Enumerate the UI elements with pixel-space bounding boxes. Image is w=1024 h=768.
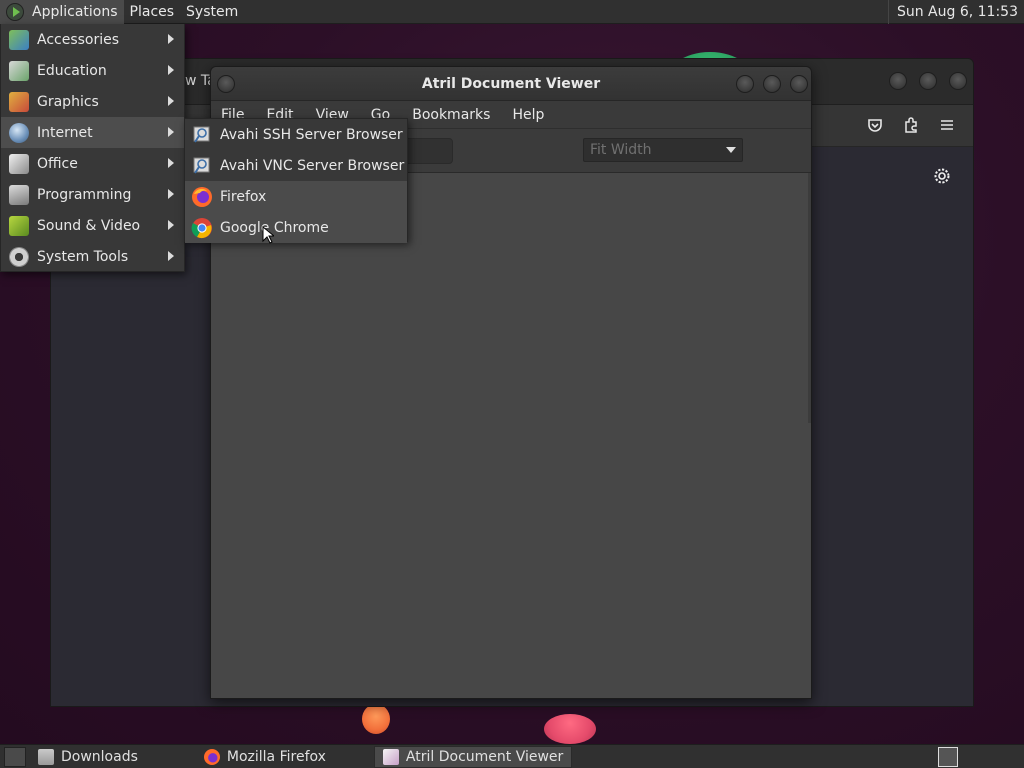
submenu-item-label: Avahi SSH Server Browser bbox=[220, 126, 403, 143]
menu-item-label: Internet bbox=[37, 124, 93, 141]
chevron-down-icon bbox=[726, 147, 736, 153]
hamburger-menu-icon[interactable] bbox=[937, 116, 957, 136]
document-view[interactable] bbox=[211, 173, 811, 698]
chrome-icon bbox=[191, 217, 213, 239]
submenu-item-label: Avahi VNC Server Browser bbox=[220, 157, 405, 174]
submenu-item-label: Firefox bbox=[220, 188, 267, 205]
submenu-item-label: Google Chrome bbox=[220, 219, 329, 236]
folder-icon bbox=[38, 748, 54, 765]
bottom-panel: Downloads Mozilla Firefox Atril Document… bbox=[0, 744, 1024, 768]
extensions-icon[interactable] bbox=[901, 116, 921, 136]
chevron-right-icon bbox=[168, 34, 174, 44]
education-icon bbox=[9, 61, 29, 81]
zoom-select[interactable]: Fit Width bbox=[583, 138, 743, 162]
gear-icon bbox=[9, 247, 29, 267]
close-button[interactable] bbox=[949, 72, 967, 90]
pocket-icon[interactable] bbox=[865, 116, 885, 136]
chevron-right-icon bbox=[168, 189, 174, 199]
workspace-switcher[interactable] bbox=[938, 747, 958, 767]
menu-item-accessories[interactable]: Accessories bbox=[1, 24, 184, 55]
places-label: Places bbox=[129, 3, 175, 20]
firefox-icon bbox=[203, 748, 220, 765]
graphics-icon bbox=[9, 92, 29, 112]
taskbar-item-downloads[interactable]: Downloads bbox=[30, 746, 146, 768]
chevron-right-icon bbox=[168, 220, 174, 230]
menu-item-sound-video[interactable]: Sound & Video bbox=[1, 210, 184, 241]
menu-item-label: System Tools bbox=[37, 248, 129, 265]
minimize-button[interactable] bbox=[889, 72, 907, 90]
internet-globe-icon bbox=[9, 123, 29, 143]
places-menu-button[interactable]: Places bbox=[124, 0, 181, 24]
taskbar-item-firefox[interactable]: Mozilla Firefox bbox=[196, 746, 334, 768]
menu-item-label: Education bbox=[37, 62, 107, 79]
firefox-icon bbox=[191, 186, 213, 208]
menu-item-system-tools[interactable]: System Tools bbox=[1, 241, 184, 272]
chevron-right-icon bbox=[168, 65, 174, 75]
chevron-right-icon bbox=[168, 158, 174, 168]
chevron-right-icon bbox=[168, 96, 174, 106]
chevron-right-icon bbox=[168, 251, 174, 261]
mate-logo-icon bbox=[6, 2, 24, 21]
taskbar-item-label: Mozilla Firefox bbox=[226, 748, 326, 765]
avahi-icon bbox=[191, 155, 213, 177]
maximize-button[interactable] bbox=[763, 75, 781, 93]
menu-item-label: Office bbox=[37, 155, 78, 172]
menu-item-office[interactable]: Office bbox=[1, 148, 184, 179]
applications-menu: Accessories Education Graphics Internet … bbox=[0, 24, 185, 272]
submenu-item-avahi-vnc[interactable]: Avahi VNC Server Browser bbox=[185, 150, 407, 181]
close-button[interactable] bbox=[790, 75, 808, 93]
menu-item-label: Programming bbox=[37, 186, 132, 203]
system-menu-button[interactable]: System bbox=[180, 0, 244, 24]
submenu-item-google-chrome[interactable]: Google Chrome bbox=[185, 212, 407, 243]
mouse-cursor-icon bbox=[262, 225, 276, 244]
clock[interactable]: Sun Aug 6, 11:53 bbox=[887, 0, 1018, 24]
menu-help[interactable]: Help bbox=[512, 107, 544, 123]
window-title: Atril Document Viewer bbox=[421, 76, 601, 92]
avahi-icon bbox=[191, 124, 213, 146]
taskbar-item-label: Atril Document Viewer bbox=[405, 748, 564, 765]
menu-item-internet[interactable]: Internet bbox=[1, 117, 184, 148]
menu-bookmarks[interactable]: Bookmarks bbox=[412, 107, 490, 123]
internet-submenu: Avahi SSH Server Browser Avahi VNC Serve… bbox=[184, 118, 408, 243]
zoom-select-value: Fit Width bbox=[590, 142, 652, 158]
menu-item-graphics[interactable]: Graphics bbox=[1, 86, 184, 117]
maximize-button[interactable] bbox=[919, 72, 937, 90]
scrollbar[interactable] bbox=[808, 173, 811, 423]
office-icon bbox=[9, 154, 29, 174]
top-panel: Applications Places System Sun Aug 6, 11… bbox=[0, 0, 1024, 24]
applications-label: Applications bbox=[32, 3, 118, 20]
atril-icon bbox=[382, 748, 399, 765]
taskbar-item-atril[interactable]: Atril Document Viewer bbox=[373, 745, 573, 768]
menu-item-label: Accessories bbox=[37, 31, 120, 48]
show-desktop-button[interactable] bbox=[4, 746, 26, 767]
menu-item-label: Sound & Video bbox=[37, 217, 141, 234]
sound-video-icon bbox=[9, 216, 29, 236]
accessories-icon bbox=[9, 30, 29, 50]
menu-item-education[interactable]: Education bbox=[1, 55, 184, 86]
wallpaper-shape bbox=[544, 714, 596, 744]
wallpaper-shape bbox=[362, 704, 390, 734]
system-label: System bbox=[186, 3, 239, 20]
chevron-right-icon bbox=[168, 127, 174, 137]
taskbar-item-label: Downloads bbox=[61, 748, 138, 765]
applications-menu-button[interactable]: Applications bbox=[0, 0, 124, 24]
atril-titlebar[interactable]: Atril Document Viewer bbox=[211, 67, 811, 101]
programming-icon bbox=[9, 185, 29, 205]
gear-icon[interactable] bbox=[933, 167, 951, 190]
menu-item-programming[interactable]: Programming bbox=[1, 179, 184, 210]
submenu-item-firefox[interactable]: Firefox bbox=[185, 181, 407, 212]
minimize-button[interactable] bbox=[736, 75, 754, 93]
menu-item-label: Graphics bbox=[37, 93, 99, 110]
submenu-item-avahi-ssh[interactable]: Avahi SSH Server Browser bbox=[185, 119, 407, 150]
